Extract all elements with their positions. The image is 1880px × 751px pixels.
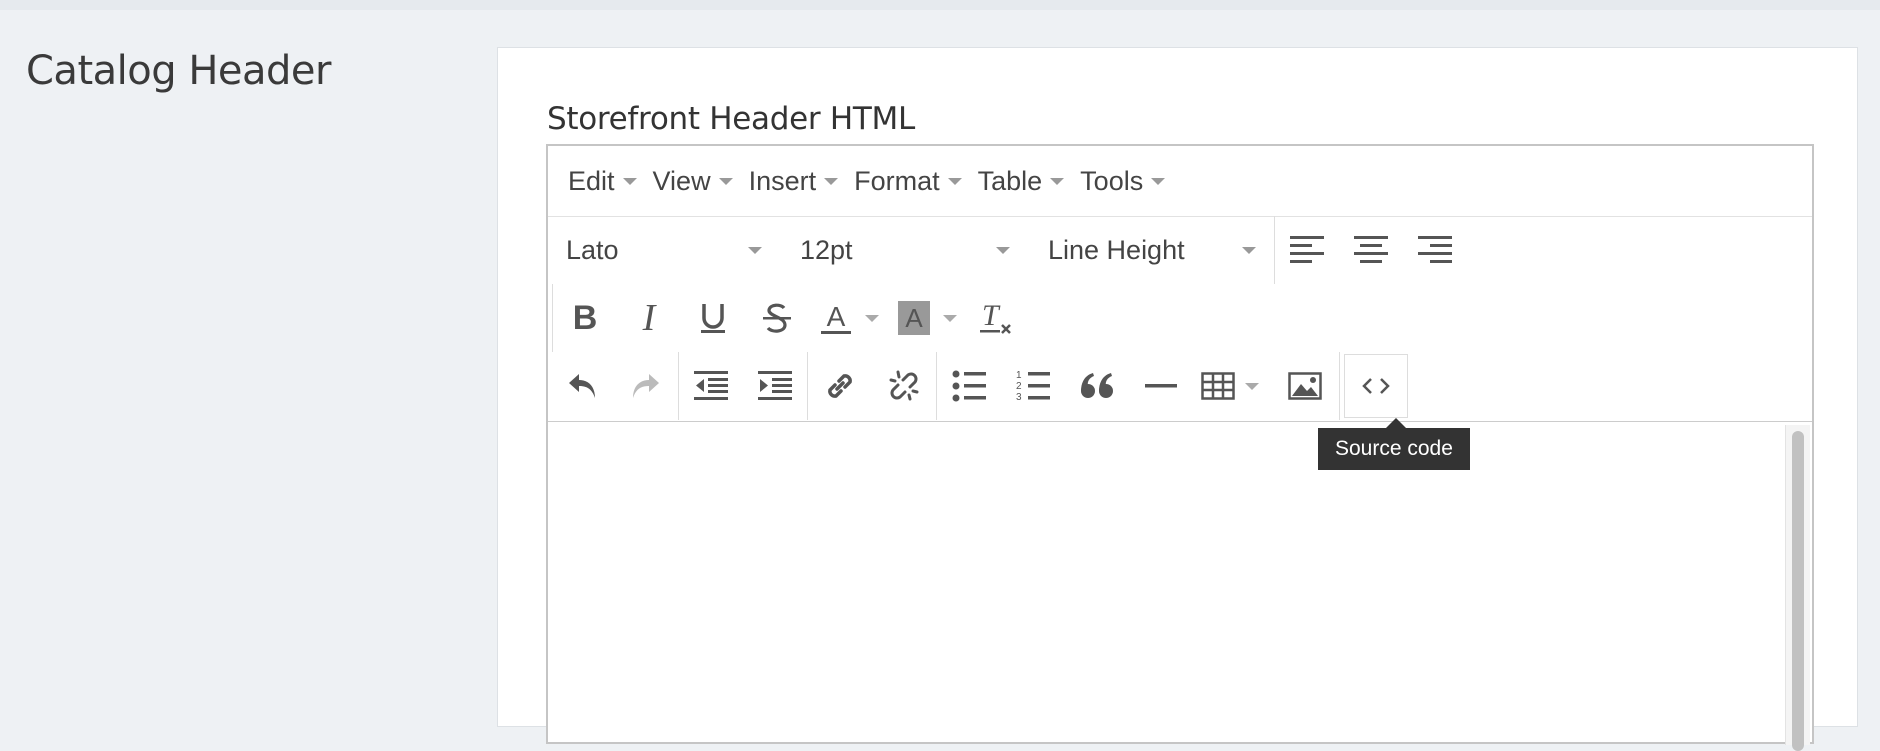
chevron-down-icon — [947, 177, 962, 185]
svg-text:T: T — [982, 301, 1001, 332]
undo-icon — [569, 374, 595, 398]
chevron-down-icon — [943, 314, 957, 322]
menu-table-label: Table — [977, 165, 1043, 196]
toolbar-divider — [1339, 352, 1340, 420]
menu-table[interactable]: Table — [978, 166, 1065, 197]
scrollbar-thumb[interactable] — [1792, 431, 1804, 751]
font-size-value: 12pt — [800, 234, 853, 265]
blockquote-icon — [1081, 373, 1113, 398]
toolbar-row-1: Lato 12pt Line Height — [548, 216, 1467, 284]
italic-button[interactable]: I — [617, 286, 681, 350]
redo-button[interactable] — [614, 354, 678, 418]
source-code-tooltip: Source code — [1318, 428, 1470, 470]
indent-button[interactable] — [743, 354, 807, 418]
font-family-select[interactable]: Lato — [548, 216, 780, 284]
menu-tools[interactable]: Tools — [1080, 165, 1166, 197]
editor-content-area[interactable] — [548, 421, 1812, 751]
chevron-down-icon — [824, 177, 839, 185]
line-height-select[interactable]: Line Height — [1028, 216, 1274, 284]
unlink-button[interactable] — [872, 354, 936, 418]
chevron-down-icon — [622, 177, 637, 185]
menu-edit-label: Edit — [568, 165, 615, 196]
menu-insert-label: Insert — [748, 165, 817, 196]
background-color-icon: A — [898, 301, 930, 335]
svg-text:2: 2 — [1016, 381, 1022, 392]
svg-text:A: A — [827, 301, 846, 332]
editor-menubar: Edit View Insert Format Table Tools — [548, 146, 1812, 217]
chevron-down-icon — [996, 246, 1010, 254]
horizontal-rule-icon — [1145, 384, 1177, 388]
line-height-value: Line Height — [1048, 234, 1185, 265]
tooltip-arrow — [1386, 418, 1406, 428]
toolbar-row-2: B I A A T — [548, 284, 1029, 352]
align-center-button[interactable] — [1339, 218, 1403, 282]
editor-scrollbar[interactable] — [1785, 425, 1810, 751]
text-color-icon: A — [821, 301, 851, 334]
menu-insert[interactable]: Insert — [749, 166, 839, 197]
link-button[interactable] — [808, 354, 872, 418]
text-color-swatch: A — [809, 286, 863, 350]
redo-icon — [633, 374, 659, 398]
image-button[interactable] — [1273, 354, 1337, 418]
source-code-button[interactable] — [1344, 354, 1408, 418]
numbered-list-icon: 123 — [1016, 370, 1050, 403]
undo-button[interactable] — [550, 354, 614, 418]
bold-button[interactable]: B — [553, 286, 617, 350]
italic-icon: I — [642, 297, 656, 339]
section-title: Catalog Header — [26, 48, 331, 94]
menu-view-label: View — [652, 165, 711, 196]
bullet-list-button[interactable] — [937, 354, 1001, 418]
indent-icon — [758, 371, 792, 400]
toolbar-row-3: 123 — [548, 352, 1408, 420]
table-icon — [1201, 372, 1235, 400]
menu-format[interactable]: Format — [854, 166, 962, 197]
image-icon — [1288, 372, 1322, 400]
svg-text:3: 3 — [1016, 392, 1022, 403]
underline-button[interactable] — [681, 286, 745, 350]
table-swatch — [1193, 354, 1243, 418]
outdent-button[interactable] — [679, 354, 743, 418]
link-icon — [828, 374, 852, 398]
font-size-select[interactable]: 12pt — [780, 216, 1028, 284]
rich-text-editor: Edit View Insert Format Table Tools Lato… — [546, 144, 1814, 751]
source-code-icon — [1362, 378, 1390, 394]
numbered-list-button[interactable]: 123 — [1001, 354, 1065, 418]
underline-icon — [701, 304, 725, 333]
align-right-icon — [1418, 236, 1452, 263]
svg-text:A: A — [905, 303, 923, 333]
bold-icon: B — [572, 299, 598, 337]
clear-formatting-icon: T — [980, 301, 1011, 334]
horizontal-rule-button[interactable] — [1129, 354, 1193, 418]
bullet-list-icon — [952, 370, 986, 402]
unlink-icon — [889, 370, 919, 401]
font-family-value: Lato — [566, 234, 619, 265]
chevron-down-icon — [1151, 177, 1166, 185]
strikethrough-icon — [763, 303, 791, 333]
strikethrough-button[interactable] — [745, 286, 809, 350]
align-left-icon — [1290, 236, 1324, 263]
chevron-down-icon — [1245, 382, 1259, 390]
menu-format-label: Format — [854, 165, 940, 196]
align-left-button[interactable] — [1275, 218, 1339, 282]
menu-edit[interactable]: Edit — [568, 166, 637, 197]
clear-formatting-button[interactable]: T — [965, 286, 1029, 350]
background-color-button[interactable]: A — [887, 286, 965, 350]
chevron-down-icon — [1242, 246, 1256, 254]
menu-tools-label: Tools — [1080, 165, 1144, 196]
background-color-swatch: A — [887, 286, 941, 350]
align-right-button[interactable] — [1403, 218, 1467, 282]
menu-view[interactable]: View — [653, 166, 733, 197]
blockquote-button[interactable] — [1065, 354, 1129, 418]
chevron-down-icon — [865, 314, 879, 322]
table-button[interactable] — [1193, 354, 1267, 418]
align-center-icon — [1354, 236, 1388, 263]
svg-text:1: 1 — [1016, 370, 1022, 381]
outdent-icon — [694, 371, 728, 400]
top-band — [0, 0, 1880, 10]
field-label: Storefront Header HTML — [547, 101, 915, 137]
text-color-button[interactable]: A — [809, 286, 887, 350]
chevron-down-icon — [718, 177, 733, 185]
chevron-down-icon — [748, 246, 762, 254]
chevron-down-icon — [1050, 177, 1065, 185]
